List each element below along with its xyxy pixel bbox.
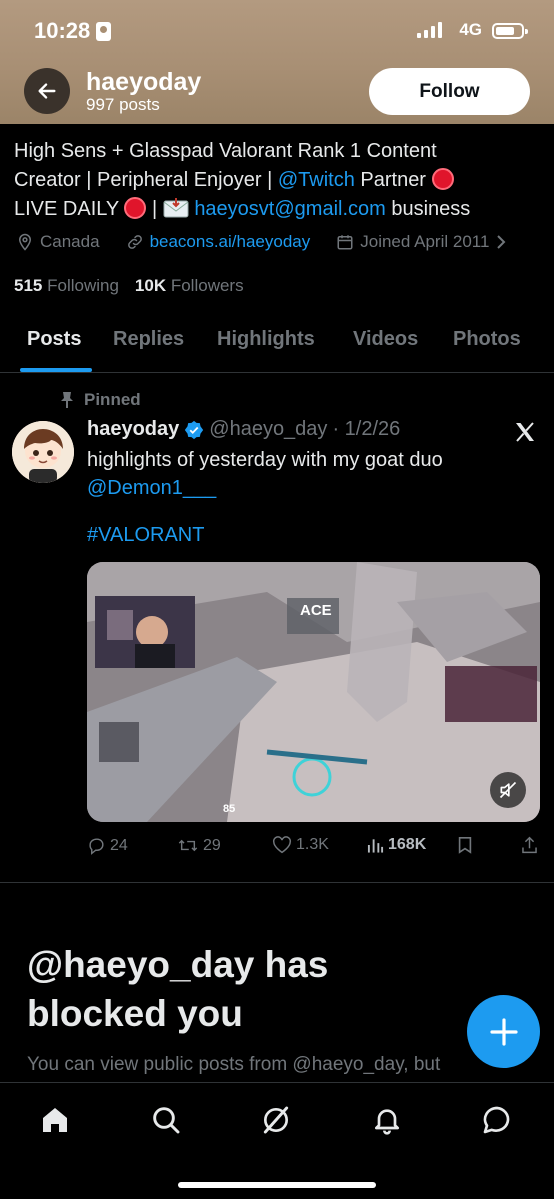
status-time: 10:28 xyxy=(34,18,112,44)
tab-photos[interactable]: Photos xyxy=(453,328,521,351)
profile-meta: Canada beacons.ai/haeyoday Joined April … xyxy=(16,232,507,252)
bell-icon xyxy=(375,1109,399,1135)
followers-count[interactable]: 10K Followers xyxy=(135,276,244,296)
hashtag-link[interactable]: #VALORANT xyxy=(87,524,204,547)
signal-icon xyxy=(417,22,442,38)
arrow-left-icon xyxy=(38,83,56,99)
blocked-title: @haeyo_day has blocked you xyxy=(27,944,329,1034)
like-button[interactable]: 1.3K xyxy=(272,836,329,854)
nav-notifications[interactable] xyxy=(370,1103,404,1137)
reply-button[interactable]: 24 xyxy=(87,836,128,855)
website-link[interactable]: beacons.ai/haeyoday xyxy=(150,232,311,252)
profile-bio: High Sens + Glasspad Valorant Rank 1 Con… xyxy=(14,137,534,224)
plus-icon xyxy=(489,1017,518,1046)
email-link[interactable]: haeyosvt@gmail.com xyxy=(194,198,385,220)
link-icon xyxy=(127,235,142,249)
pin-icon xyxy=(61,392,73,408)
chat-bubble-icon xyxy=(483,1106,510,1134)
video-ammo-text: 85 xyxy=(223,803,236,815)
location-text: Canada xyxy=(40,232,100,251)
location-icon xyxy=(18,233,32,251)
search-icon xyxy=(153,1107,180,1134)
tab-posts[interactable]: Posts xyxy=(27,328,81,351)
blocked-subtitle: You can view public posts from @haeyo_da… xyxy=(27,1054,441,1075)
repost-button[interactable]: 29 xyxy=(177,836,221,855)
red-circle-icon xyxy=(124,197,147,219)
mention-link[interactable]: @Demon1___ xyxy=(87,477,216,499)
calendar-icon xyxy=(337,235,353,250)
speaker-muted-icon xyxy=(499,781,517,799)
bio-separator: | xyxy=(146,198,163,220)
compose-button[interactable] xyxy=(467,995,540,1068)
tab-replies[interactable]: Replies xyxy=(113,328,184,351)
chevron-right-icon[interactable] xyxy=(495,234,507,250)
nav-search[interactable] xyxy=(149,1103,183,1137)
status-bar: 10:28 4G xyxy=(0,14,554,48)
avatar[interactable] xyxy=(12,421,74,483)
header-post-count: 997 posts xyxy=(86,95,160,114)
video-thumbnail xyxy=(87,562,540,822)
tweet-text: highlights of yesterday with my goat duo… xyxy=(87,449,443,499)
heart-icon xyxy=(273,836,291,854)
bio-line: Creator | Peripheral Enjoyer | xyxy=(14,169,278,191)
tweet-video[interactable]: ACE 85 xyxy=(87,562,540,822)
nav-grok[interactable] xyxy=(259,1103,293,1137)
video-overlay-text: ACE xyxy=(300,602,332,619)
mute-button[interactable] xyxy=(490,772,526,808)
section-divider xyxy=(0,882,554,883)
joined-text: Joined April 2011 xyxy=(360,232,490,251)
tab-videos[interactable]: Videos xyxy=(353,328,418,351)
bookmark-icon xyxy=(458,836,472,854)
analytics-icon xyxy=(367,839,384,853)
nav-messages[interactable] xyxy=(480,1103,514,1137)
bio-line: business xyxy=(385,198,471,220)
pinned-label: Pinned xyxy=(60,390,141,410)
verified-badge-icon xyxy=(185,420,204,439)
bookmark-button[interactable] xyxy=(457,836,473,854)
repost-icon xyxy=(178,839,198,852)
profile-tabs: Posts Replies Highlights Videos Photos xyxy=(0,310,554,373)
back-button[interactable] xyxy=(24,68,70,114)
x-logo-icon xyxy=(516,422,534,442)
tweet-header: haeyoday @haeyo_day · 1/2/26 xyxy=(87,418,400,441)
twitch-mention-link[interactable]: @Twitch xyxy=(278,169,355,191)
follow-counts: 515 Following 10K Followers xyxy=(14,276,244,296)
header-name: haeyoday xyxy=(86,68,202,96)
views-button[interactable]: 168K xyxy=(367,836,426,854)
bio-line: LIVE DAILY xyxy=(14,198,119,220)
home-icon xyxy=(43,1108,67,1132)
red-circle-icon xyxy=(431,168,454,190)
tab-highlights[interactable]: Highlights xyxy=(217,328,315,351)
follow-button[interactable]: Follow xyxy=(369,68,530,115)
nav-home[interactable] xyxy=(38,1103,72,1137)
avatar-illustration xyxy=(12,421,74,483)
bio-line: Partner xyxy=(354,169,426,191)
share-icon xyxy=(522,836,537,854)
tweet-actions: 24 29 1.3K 168K xyxy=(87,836,540,860)
network-label: 4G xyxy=(459,20,482,39)
battery-icon xyxy=(492,23,528,39)
tweet-author-name[interactable]: haeyoday xyxy=(87,418,179,441)
bio-line: High Sens + Glasspad Valorant Rank 1 Con… xyxy=(14,140,437,162)
contact-icon xyxy=(96,21,112,41)
tweet-date[interactable]: · 1/2/26 xyxy=(332,418,400,441)
tweet-author-handle[interactable]: @haeyo_day xyxy=(209,418,327,441)
share-button[interactable] xyxy=(521,836,538,854)
home-indicator xyxy=(178,1182,376,1188)
following-count[interactable]: 515 Following xyxy=(14,276,119,296)
grok-icon xyxy=(263,1106,289,1134)
reply-icon xyxy=(89,838,104,855)
active-tab-indicator xyxy=(20,368,92,372)
envelope-icon xyxy=(163,198,189,218)
